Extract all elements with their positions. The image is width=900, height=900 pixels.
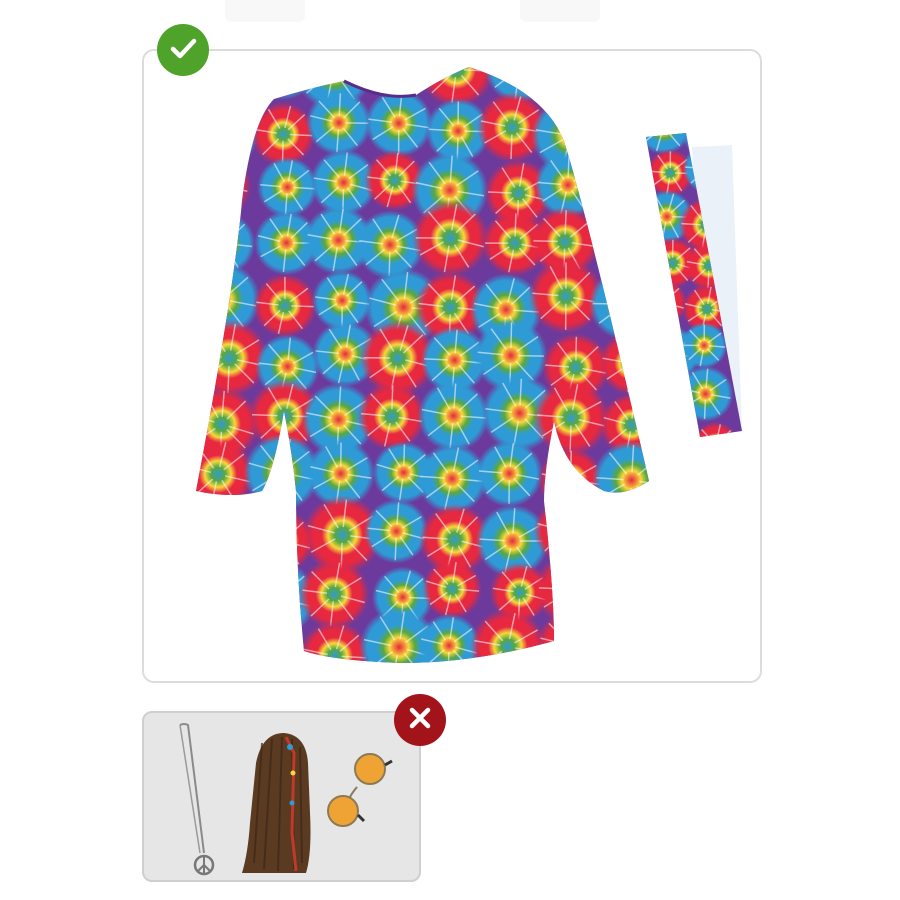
top-edge-shadow-left	[225, 0, 305, 22]
tie-dye-dress-icon	[196, 67, 649, 663]
brown-wig-icon	[242, 733, 311, 873]
excluded-items-art	[179, 723, 393, 876]
included-items-art	[196, 67, 742, 663]
peace-sign-necklace-icon	[179, 723, 215, 876]
check-icon	[168, 33, 198, 68]
excluded-items-panel	[142, 711, 421, 882]
round-sunglasses-icon	[327, 753, 393, 827]
tie-dye-headband-icon	[646, 133, 742, 437]
close-icon	[407, 705, 433, 736]
included-check-badge: check-icon	[157, 24, 209, 76]
included-items-panel	[142, 49, 762, 683]
top-edge-shadow-right	[520, 0, 600, 22]
excluded-x-badge: close-icon	[394, 694, 446, 746]
